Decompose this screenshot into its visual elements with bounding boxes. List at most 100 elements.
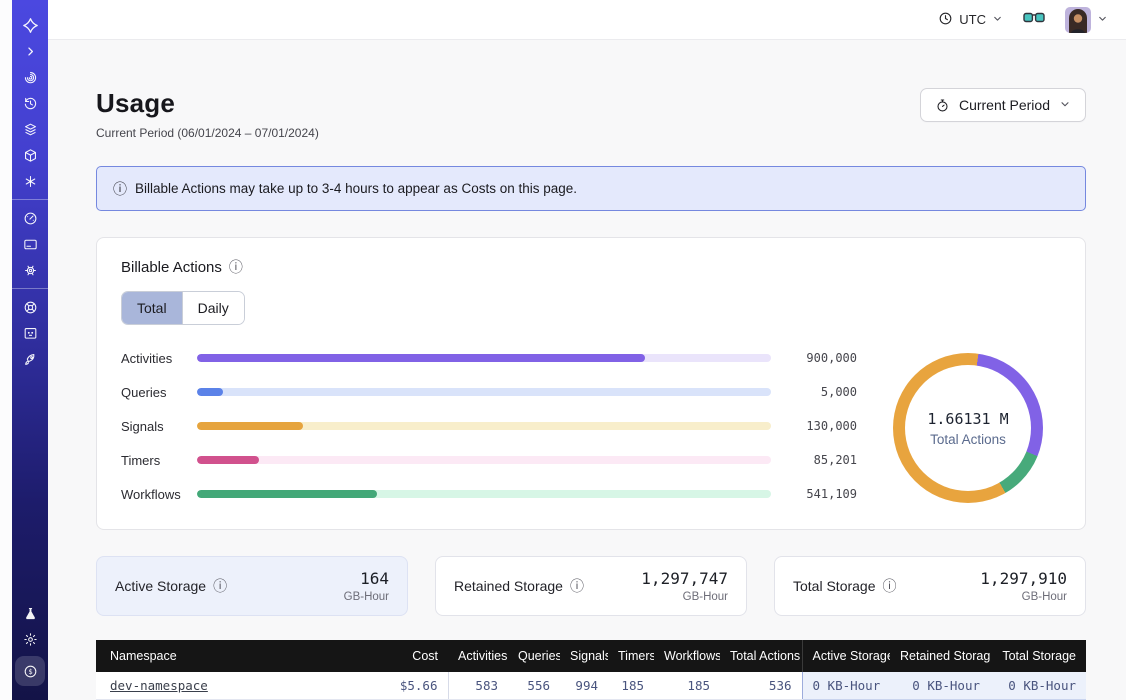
glasses-icon[interactable] (1023, 10, 1045, 30)
bar-fill (197, 388, 223, 396)
bar-label: Signals (121, 419, 197, 434)
col-activities: Activities (448, 640, 508, 672)
billable-actions-title: Billable Actions (121, 259, 222, 276)
bar-track (197, 422, 771, 430)
getting-started-rocket-icon[interactable] (16, 346, 44, 372)
theme-sun-icon[interactable] (16, 626, 44, 652)
timezone-selector[interactable]: UTC (938, 11, 1003, 29)
stopwatch-icon (935, 98, 950, 113)
col-signals: Signals (560, 640, 608, 672)
active-storage-cell: 0 KB-Hour (802, 672, 890, 699)
storage-card-unit: GB-Hour (641, 591, 728, 603)
bar-track (197, 490, 771, 498)
billing-card-icon[interactable] (16, 231, 44, 257)
active-storage-card[interactable]: Active Storageⓘ 164 GB-Hour (96, 556, 408, 616)
cost-cell: $5.66 (346, 672, 448, 699)
donut-total-value: 1.66131 M (927, 410, 1008, 428)
storage-card-label: Total Storage (793, 578, 876, 594)
schedules-history-icon[interactable] (16, 90, 44, 116)
bar-fill (197, 490, 377, 498)
bar-label: Workflows (121, 487, 197, 502)
bar-fill (197, 422, 303, 430)
storage-summary-row: Active Storageⓘ 164 GB-Hour Retained Sto… (96, 556, 1086, 616)
total-storage-cell: 0 KB-Hour (990, 672, 1086, 699)
main-content: Usage Current Period (06/01/2024 – 07/01… (48, 40, 1126, 700)
labs-flask-icon[interactable] (16, 600, 44, 626)
bar-value: 85,201 (785, 453, 857, 467)
timers-cell: 185 (608, 672, 654, 699)
retained-storage-cell: 0 KB-Hour (890, 672, 990, 699)
clock-icon (938, 11, 953, 29)
sidebar: $ (12, 0, 48, 700)
tab-daily[interactable]: Daily (182, 292, 244, 324)
storage-card-value: 1,297,747 (641, 569, 728, 588)
deployments-cube-icon[interactable] (16, 142, 44, 168)
total-storage-card[interactable]: Total Storageⓘ 1,297,910 GB-Hour (774, 556, 1086, 616)
page-title: Usage (96, 88, 319, 119)
namespace-link[interactable]: dev-namespace (110, 678, 208, 693)
queries-cell: 556 (508, 672, 560, 699)
bar-row-queries: Queries 5,000 (121, 385, 857, 400)
bar-row-workflows: Workflows 541,109 (121, 487, 857, 502)
chevron-down-icon (992, 12, 1003, 27)
info-icon: ⓘ (113, 179, 127, 199)
chevron-down-icon (1059, 97, 1071, 113)
col-workflows: Workflows (654, 640, 720, 672)
namespaces-icon[interactable] (16, 64, 44, 90)
bar-fill (197, 456, 259, 464)
period-selector-button[interactable]: Current Period (920, 88, 1086, 122)
feedback-screen-icon[interactable] (16, 320, 44, 346)
settings-gear-icon[interactable] (16, 257, 44, 283)
bar-row-activities: Activities 900,000 (121, 351, 857, 366)
svg-text:$: $ (28, 667, 32, 676)
col-retained-storage: Retained Storage (890, 640, 990, 672)
page-subtitle: Current Period (06/01/2024 – 07/01/2024) (96, 126, 319, 140)
user-menu[interactable] (1065, 7, 1108, 33)
bar-value: 541,109 (785, 487, 857, 501)
info-icon[interactable]: ⓘ (570, 576, 584, 596)
bar-label: Queries (121, 385, 197, 400)
bar-row-signals: Signals 130,000 (121, 419, 857, 434)
storage-card-label: Retained Storage (454, 578, 563, 594)
sidebar-divider (12, 199, 48, 200)
activities-cell: 583 (448, 672, 508, 699)
retained-storage-card[interactable]: Retained Storage ⓘ 1,297,747 GB-Hour (435, 556, 747, 616)
info-icon[interactable]: ⓘ (213, 576, 227, 596)
storage-card-unit: GB-Hour (980, 591, 1067, 603)
usage-gauge-icon[interactable] (16, 205, 44, 231)
storage-card-unit: GB-Hour (344, 591, 389, 603)
bar-value: 900,000 (785, 351, 857, 365)
col-total-storage: Total Storage (990, 640, 1086, 672)
col-total-actions: Total Actions (720, 640, 802, 672)
period-button-label: Current Period (959, 97, 1050, 113)
support-lifebuoy-icon[interactable] (16, 294, 44, 320)
billable-view-tabs: Total Daily (121, 291, 245, 325)
total-actions-donut: 1.66131 M Total Actions (875, 349, 1061, 507)
asterisk-icon[interactable] (16, 168, 44, 194)
col-cost: Cost (346, 640, 448, 672)
col-active-storage: Active Storage (802, 640, 890, 672)
info-icon[interactable]: ⓘ (229, 257, 243, 277)
billable-actions-card: Billable Actions ⓘ Total Daily Activitie… (96, 237, 1086, 530)
namespace-link-cell: dev-namespace (96, 672, 346, 699)
usage-dollar-icon[interactable]: $ (15, 656, 45, 686)
info-icon[interactable]: ⓘ (883, 576, 897, 596)
workflows-cell: 185 (654, 672, 720, 699)
namespace-usage-table: Namespace Cost Activities Queries Signal… (96, 640, 1086, 700)
layers-icon[interactable] (16, 116, 44, 142)
col-queries: Queries (508, 640, 560, 672)
info-banner: ⓘ Billable Actions may take up to 3-4 ho… (96, 166, 1086, 211)
storage-card-value: 164 (344, 569, 389, 588)
col-timers: Timers (608, 640, 654, 672)
billable-bar-chart: Activities 900,000 Queries 5,000 Signals… (121, 351, 857, 506)
expand-chevron-icon[interactable] (16, 38, 44, 64)
table-row: dev-namespace $5.66 583 556 994 185 185 … (96, 672, 1086, 699)
total-actions-cell: 536 (720, 672, 802, 699)
table-header-row: Namespace Cost Activities Queries Signal… (96, 640, 1086, 672)
bar-label: Timers (121, 453, 197, 468)
bar-label: Activities (121, 351, 197, 366)
tab-total[interactable]: Total (122, 292, 182, 324)
donut-total-sublabel: Total Actions (930, 432, 1006, 447)
temporal-logo-icon[interactable] (16, 12, 44, 38)
bar-track (197, 388, 771, 396)
